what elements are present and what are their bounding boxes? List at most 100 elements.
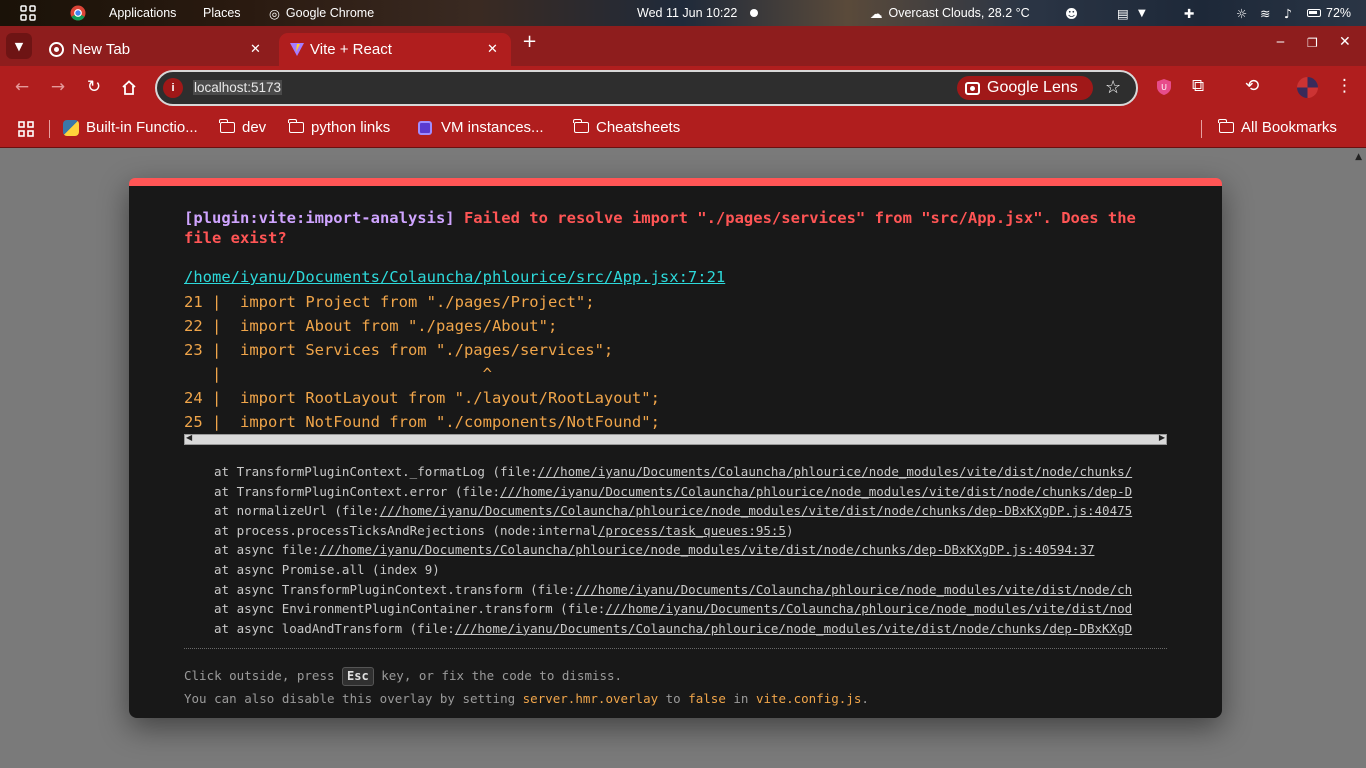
apps-grid-icon[interactable] [18, 121, 34, 137]
stack-text: ) [785, 522, 794, 538]
page-viewport[interactable]: ▲ [plugin:vite:import-analysis] Failed t… [0, 148, 1366, 768]
battery-indicator[interactable]: 72% [1307, 0, 1351, 26]
forward-icon[interactable]: → [47, 77, 69, 97]
current-app-label: Google Chrome [285, 6, 375, 20]
places-menu[interactable]: Places [203, 0, 241, 26]
window-close-icon[interactable]: ✕ [1339, 34, 1351, 50]
wifi-icon[interactable]: ≋ [1260, 0, 1270, 26]
tip-text: in [725, 691, 756, 706]
tip-text: You can also disable this overlay by set… [184, 691, 523, 706]
history-icon[interactable]: ⟲ [1245, 76, 1259, 96]
site-info-icon[interactable]: i [163, 78, 183, 98]
back-icon[interactable]: ← [11, 77, 33, 97]
stack-link[interactable]: /process/task_queues:95:5 [598, 523, 786, 538]
new-tab-plus-icon[interactable]: + [522, 31, 537, 52]
stack-link[interactable]: ///home/iyanu/Documents/Colauncha/phlour… [455, 621, 1132, 636]
tab-new-tab[interactable]: New Tab ✕ [40, 33, 272, 66]
vite-error-overlay: [plugin:vite:import-analysis] Failed to … [129, 178, 1222, 718]
extensions-puzzle-icon[interactable]: ⧉ [1192, 76, 1204, 96]
chevron-down-icon[interactable]: ▼ [1138, 0, 1146, 26]
stack-link[interactable]: ///home/iyanu/Documents/Colauncha/phlour… [319, 542, 1094, 557]
applications-menu[interactable]: Applications [109, 0, 176, 26]
profile-avatar[interactable] [1297, 77, 1318, 103]
lens-icon [965, 81, 980, 95]
activities-grid-icon[interactable] [20, 0, 36, 26]
stack-text: at process.processTicksAndRejections (no… [214, 522, 598, 538]
folder-icon [1218, 119, 1234, 133]
stack-link[interactable]: ///home/iyanu/Documents/Colauncha/phlour… [380, 503, 1133, 518]
code-line: 22 | import About from "./pages/About"; [184, 317, 558, 335]
scroll-up-arrow-icon[interactable]: ▲ [1355, 152, 1362, 162]
chrome-logo-icon: ◎ [269, 5, 280, 21]
folder-icon [573, 119, 589, 133]
reload-icon[interactable]: ↻ [83, 77, 105, 97]
svg-text:U: U [1161, 83, 1167, 92]
tip-text: Click outside, press [184, 668, 343, 683]
cloud-icon: ☁ [870, 5, 883, 21]
stack-link[interactable]: ///home/iyanu/Documents/Colauncha/phlour… [500, 484, 1132, 499]
chrome-icon [49, 42, 64, 57]
stack-text: at normalizeUrl (file: [214, 503, 380, 519]
google-lens-button[interactable]: Google Lens [957, 76, 1093, 100]
stack-link[interactable]: ///home/iyanu/Documents/Colauncha/phlour… [575, 582, 1132, 597]
close-icon[interactable]: ✕ [487, 42, 498, 57]
restore-icon[interactable]: ❐ [1307, 36, 1318, 50]
close-icon[interactable]: ✕ [250, 42, 261, 57]
stack-line: at process.processTicksAndRejections (no… [214, 521, 1167, 541]
bookmark-label: dev [242, 119, 267, 136]
tip-text: to [658, 691, 689, 706]
separator [1201, 120, 1202, 138]
stack-trace: at TransformPluginContext._formatLog (fi… [214, 462, 1167, 638]
bookmark-label: Built-in Functio... [86, 119, 198, 136]
chrome-app-icon[interactable] [70, 0, 86, 26]
menu-kebab-icon[interactable]: ⋮ [1336, 76, 1353, 96]
extensions-icon[interactable]: ✚ [1184, 0, 1194, 26]
tip-text: key, or fix the code to dismiss. [373, 668, 623, 683]
tab-search-button[interactable]: ▼ [6, 33, 32, 59]
bookmark-folder-dev[interactable]: dev [219, 119, 267, 136]
stack-text: at async Promise.all (index 9) [214, 561, 440, 577]
bookmark-label: All Bookmarks [1241, 119, 1337, 136]
url-text[interactable]: localhost:5173 [193, 80, 283, 95]
home-icon[interactable] [118, 80, 140, 100]
weather-widget[interactable]: ☁ Overcast Clouds, 28.2 °C [870, 0, 1030, 26]
stack-text: at TransformPluginContext.error (file: [214, 483, 500, 499]
error-message: [plugin:vite:import-analysis] Failed to … [184, 208, 1169, 248]
stack-text: at async TransformPluginContext.transfor… [214, 581, 576, 597]
stack-link[interactable]: ///home/iyanu/Documents/Colauncha/phlour… [605, 601, 1132, 616]
bookmark-folder-cheatsheets[interactable]: Cheatsheets [573, 119, 681, 136]
address-bar[interactable]: i localhost:5173 Google Lens ☆ [155, 70, 1138, 106]
volume-icon[interactable]: ♪ [1284, 0, 1292, 26]
minimize-icon[interactable]: ‒ [1276, 34, 1285, 50]
bookmark-label: Cheatsheets [596, 119, 681, 136]
current-app-menu[interactable]: ◎ Google Chrome [269, 0, 374, 26]
folder-icon [219, 119, 235, 133]
clock[interactable]: Wed 11 Jun 10:22 [637, 0, 737, 26]
error-file-link[interactable]: /home/iyanu/Documents/Colauncha/phlouric… [184, 268, 725, 286]
bookmark-vm-instances[interactable]: VM instances... [418, 119, 544, 136]
bookmark-builtin-functions[interactable]: Built-in Functio... [63, 119, 198, 136]
tab-vite-react[interactable]: Vite + React ✕ [279, 33, 511, 66]
lens-label: Google Lens [987, 79, 1078, 96]
tab-title: New Tab [72, 41, 131, 58]
scroll-right-arrow-icon[interactable]: ▶ [1159, 433, 1165, 442]
emoji-icon[interactable]: ☻ [1065, 0, 1078, 26]
divider [184, 648, 1167, 649]
clipboard-icon[interactable]: ▤ [1117, 0, 1129, 26]
config-value: false [688, 691, 726, 706]
stack-link[interactable]: ///home/iyanu/Documents/Colauncha/phlour… [538, 464, 1133, 479]
tab-title: Vite + React [310, 41, 392, 58]
battery-icon [1307, 9, 1321, 17]
scroll-left-arrow-icon[interactable]: ◀ [186, 433, 192, 442]
tab-strip: ▼ New Tab ✕ Vite + React ✕ + ‒ ❐ ✕ [0, 26, 1366, 66]
code-line: 25 | import NotFound from "./components/… [184, 413, 660, 431]
stack-text: at async EnvironmentPluginContainer.tran… [214, 601, 606, 617]
vite-icon [289, 41, 305, 61]
bookmark-star-icon[interactable]: ☆ [1105, 77, 1121, 98]
bookmark-folder-all-bookmarks[interactable]: All Bookmarks [1218, 119, 1337, 136]
stack-line: at async Promise.all (index 9) [214, 560, 1167, 580]
bookmark-folder-python-links[interactable]: python links [288, 119, 390, 136]
horizontal-scrollbar[interactable]: ◀ ▶ [184, 433, 1167, 445]
brightness-icon[interactable]: ☼ [1236, 0, 1247, 26]
shield-extension-icon[interactable]: U [1156, 78, 1172, 101]
